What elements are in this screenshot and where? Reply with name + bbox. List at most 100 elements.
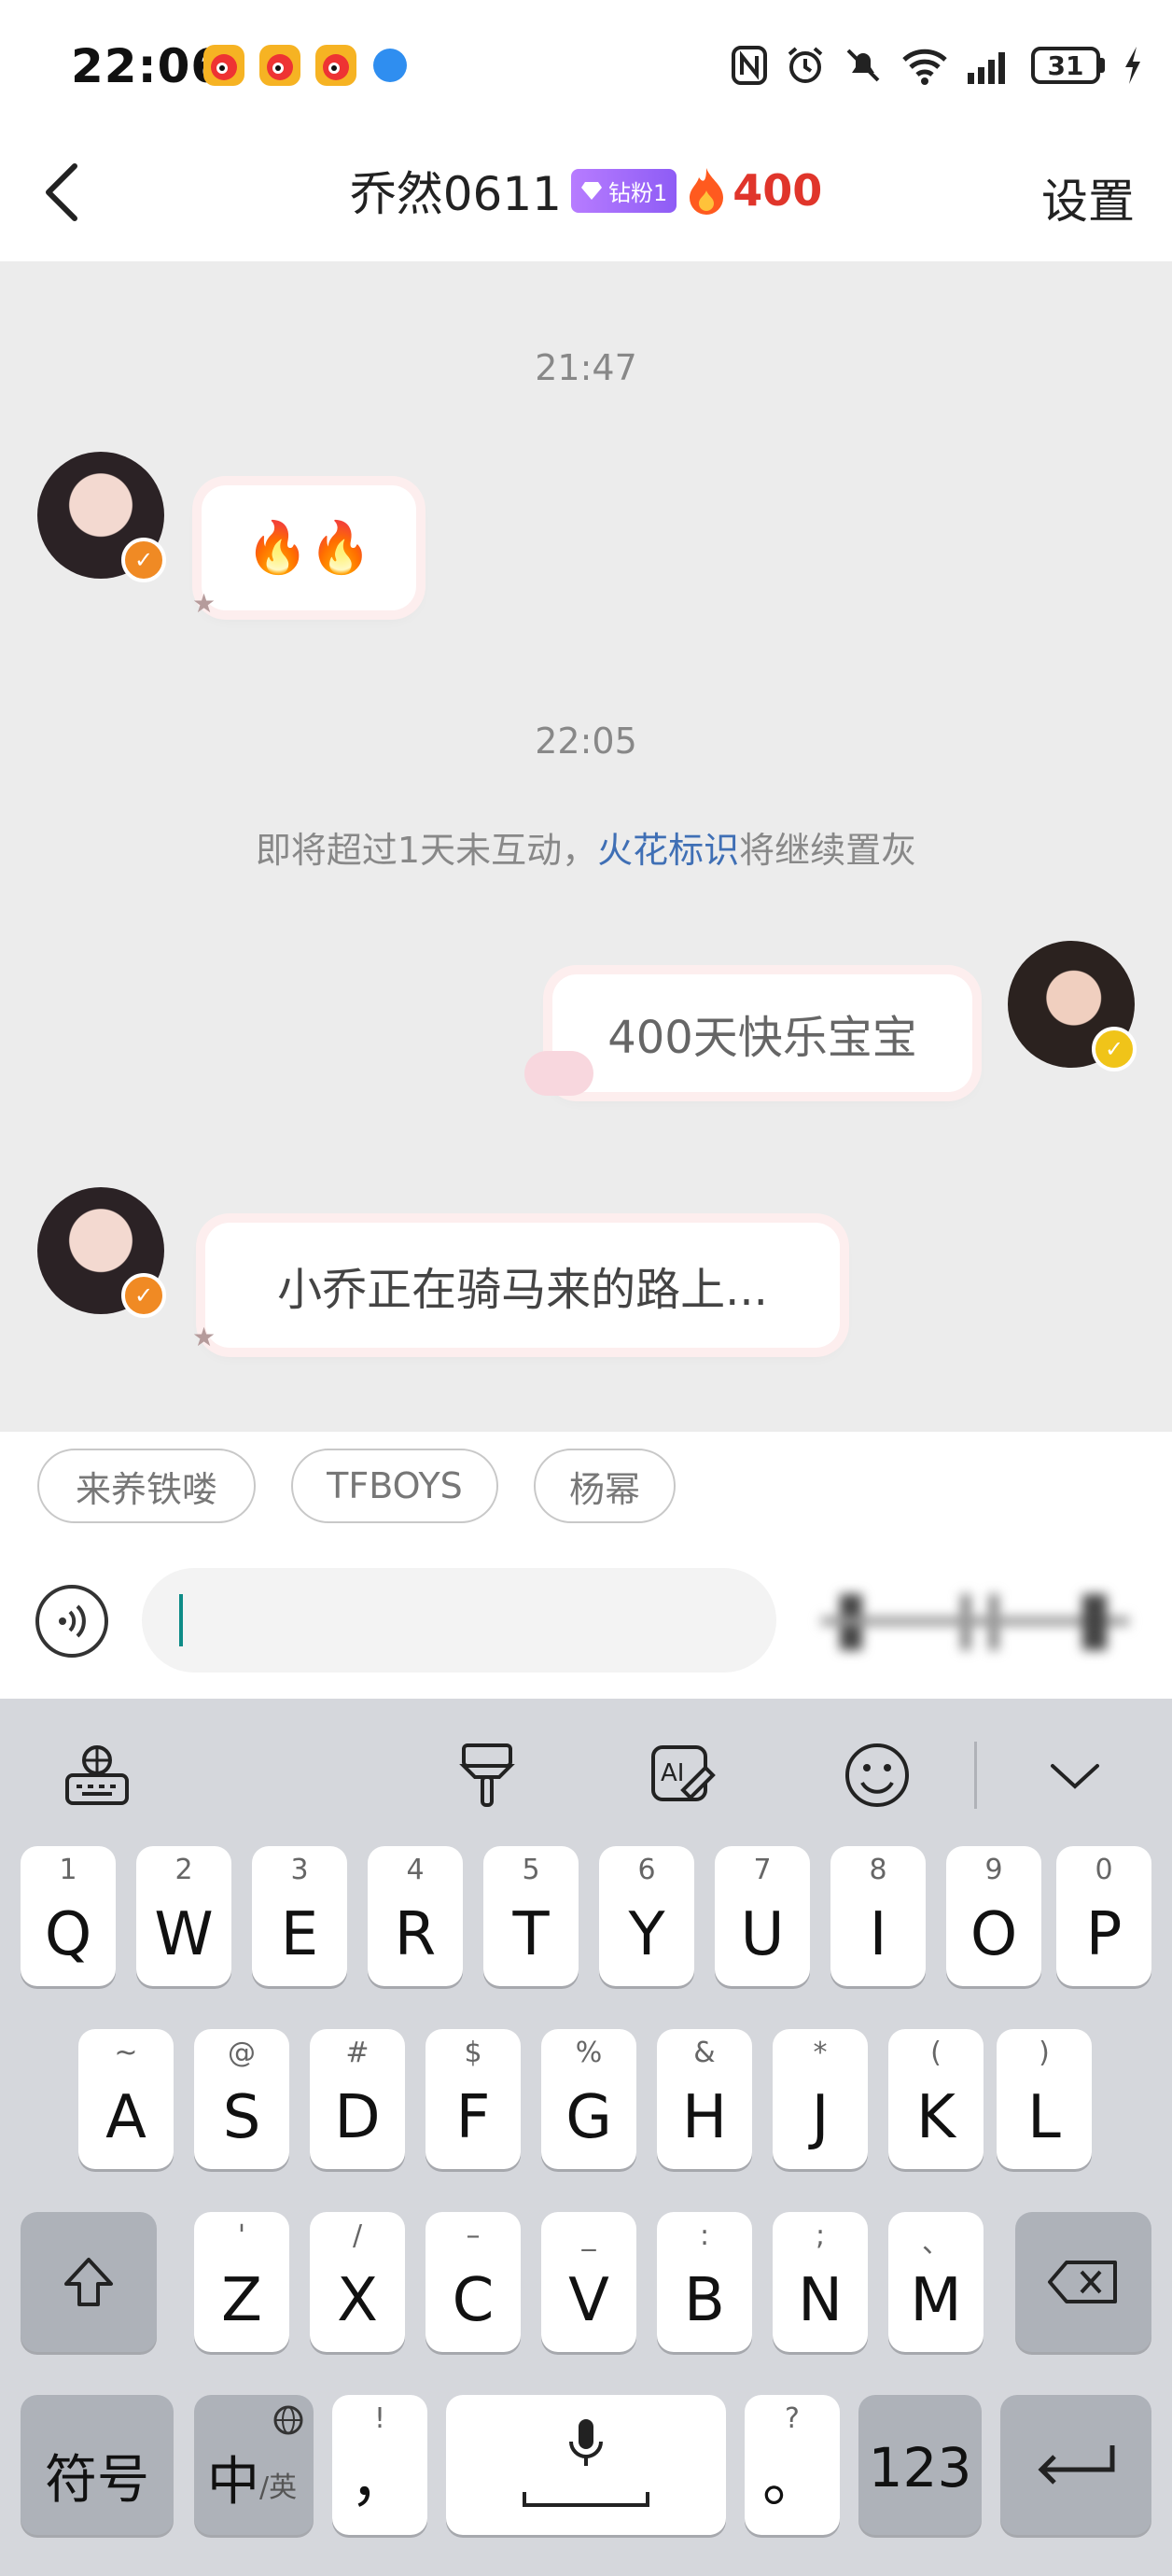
- key-g[interactable]: % G: [541, 2029, 636, 2169]
- diamond-icon: [580, 182, 602, 200]
- key-label: U: [740, 1900, 785, 1969]
- key-r[interactable]: 4R: [368, 1846, 463, 1986]
- key-label: V: [568, 2266, 609, 2335]
- weibo-notification-icon: [259, 45, 300, 86]
- key-q[interactable]: 1Q: [21, 1846, 116, 1986]
- keyboard-switch-button[interactable]: [60, 1738, 134, 1813]
- shift-key[interactable]: [21, 2212, 157, 2352]
- space-key[interactable]: [446, 2395, 726, 2535]
- key-t[interactable]: 5T: [483, 1846, 579, 1986]
- key-k[interactable]: (K: [888, 2029, 984, 2169]
- key-a[interactable]: ~ A: [78, 2029, 174, 2169]
- message-text: 小乔正在骑马来的路上...: [277, 1264, 768, 1316]
- key-f[interactable]: $ F: [426, 2029, 521, 2169]
- message-timestamp: 22:05: [535, 721, 637, 762]
- key-label: H: [681, 2083, 728, 2152]
- smiley-icon: [845, 1743, 909, 1807]
- chevron-down-icon: [1051, 1764, 1099, 1789]
- quick-reply-chip[interactable]: 来养铁喽: [37, 1449, 256, 1523]
- key-s[interactable]: @ S: [194, 2029, 289, 2169]
- key-i[interactable]: 8I: [830, 1846, 926, 1986]
- key-d[interactable]: # D: [310, 2029, 405, 2169]
- voice-input-button[interactable]: [35, 1585, 108, 1658]
- comma-key[interactable]: !，: [332, 2395, 427, 2535]
- enter-key[interactable]: [1000, 2395, 1151, 2535]
- quick-reply-chip[interactable]: 杨幂: [534, 1449, 676, 1523]
- key-sub-label: ?: [785, 2402, 800, 2435]
- key-label: N: [798, 2266, 843, 2335]
- key-sub-label: 4: [406, 1854, 425, 1886]
- emoji-button[interactable]: [840, 1738, 914, 1813]
- key-label: F: [455, 2083, 491, 2152]
- key-sub-label: _: [581, 2219, 596, 2252]
- quick-reply-chip[interactable]: TFBOYS: [291, 1449, 498, 1523]
- key-b[interactable]: :B: [657, 2212, 752, 2352]
- key-p[interactable]: 0P: [1056, 1846, 1151, 1986]
- skin-button[interactable]: [450, 1738, 524, 1813]
- backspace-key[interactable]: [1015, 2212, 1151, 2352]
- message-input[interactable]: [142, 1568, 776, 1673]
- key-label: G: [565, 2083, 612, 2152]
- message-bubble[interactable]: 400天快乐宝宝: [552, 974, 972, 1092]
- key-m[interactable]: 、 M: [888, 2212, 984, 2352]
- key-sub-label: ;: [815, 2219, 826, 2252]
- settings-button[interactable]: 设置: [1041, 164, 1135, 231]
- key-x[interactable]: / X: [310, 2212, 405, 2352]
- message-text: 400天快乐宝宝: [607, 1012, 917, 1064]
- key-label: W: [154, 1900, 214, 1969]
- key-label: 符号: [45, 2450, 149, 2511]
- wifi-icon: [902, 49, 947, 85]
- symbols-key[interactable]: 符号: [21, 2395, 174, 2535]
- key-sub-label: 9: [984, 1854, 1003, 1886]
- key-y[interactable]: 6Y: [599, 1846, 694, 1986]
- key-o[interactable]: 9O: [946, 1846, 1041, 1986]
- key-label: 中: [207, 2452, 259, 2513]
- message-text: 🔥🔥: [245, 518, 372, 577]
- key-sub-label: /英: [259, 2471, 298, 2504]
- key-u[interactable]: 7U: [715, 1846, 810, 1986]
- keyboard-globe-icon: [65, 1745, 129, 1805]
- ai-pen-icon: AI: [651, 1745, 716, 1801]
- message-bubble[interactable]: 小乔正在骑马来的路上...: [205, 1223, 840, 1348]
- key-l[interactable]: ) L: [997, 2029, 1092, 2169]
- numbers-key[interactable]: 123: [858, 2395, 982, 2535]
- key-c[interactable]: – C: [426, 2212, 521, 2352]
- key-label: 。: [762, 2446, 822, 2515]
- key-sub-label: :: [699, 2219, 710, 2252]
- spark-mark-link[interactable]: 火花标识: [597, 830, 739, 871]
- key-z[interactable]: ' Z: [194, 2212, 289, 2352]
- language-switch-key[interactable]: 中 /英: [194, 2395, 314, 2535]
- key-label: Z: [221, 2266, 262, 2335]
- verified-icon: ✓: [121, 538, 166, 582]
- key-e[interactable]: 3E: [252, 1846, 347, 1986]
- key-label: T: [512, 1900, 550, 1969]
- key-j[interactable]: * J: [773, 2029, 868, 2169]
- period-key[interactable]: ?。: [745, 2395, 840, 2535]
- collapse-keyboard-button[interactable]: [1038, 1738, 1112, 1813]
- key-label: C: [452, 2266, 495, 2335]
- key-sub-label: %: [575, 2037, 603, 2069]
- key-label: E: [280, 1900, 319, 1969]
- system-notice: 即将超过1天未互动，火花标识将继续置灰: [0, 821, 1172, 873]
- key-label: Y: [628, 1900, 665, 1969]
- key-label: O: [970, 1900, 1018, 1969]
- battery-icon: 31: [1031, 47, 1105, 84]
- chat-title: 乔然0611 钻粉1 400: [0, 157, 1172, 224]
- key-label: S: [222, 2083, 261, 2152]
- status-time: 22:06: [71, 39, 225, 93]
- key-label: Q: [44, 1900, 92, 1969]
- spark-indicator: 400: [686, 165, 822, 216]
- key-v[interactable]: _ V: [541, 2212, 636, 2352]
- key-sub-label: *: [813, 2037, 828, 2069]
- fan-badge-label: 钻粉1: [607, 179, 668, 206]
- key-w[interactable]: 2W: [136, 1846, 231, 1986]
- key-sub-label: !: [373, 2402, 386, 2435]
- battery-level: 31: [1031, 47, 1100, 84]
- key-sub-label: 6: [637, 1854, 656, 1886]
- message-bubble[interactable]: 🔥🔥: [202, 485, 416, 610]
- key-h[interactable]: & H: [657, 2029, 752, 2169]
- ai-write-button[interactable]: AI: [646, 1738, 720, 1813]
- message-timestamp: 21:47: [535, 347, 637, 388]
- key-n[interactable]: ; N: [773, 2212, 868, 2352]
- key-label: J: [811, 2083, 830, 2152]
